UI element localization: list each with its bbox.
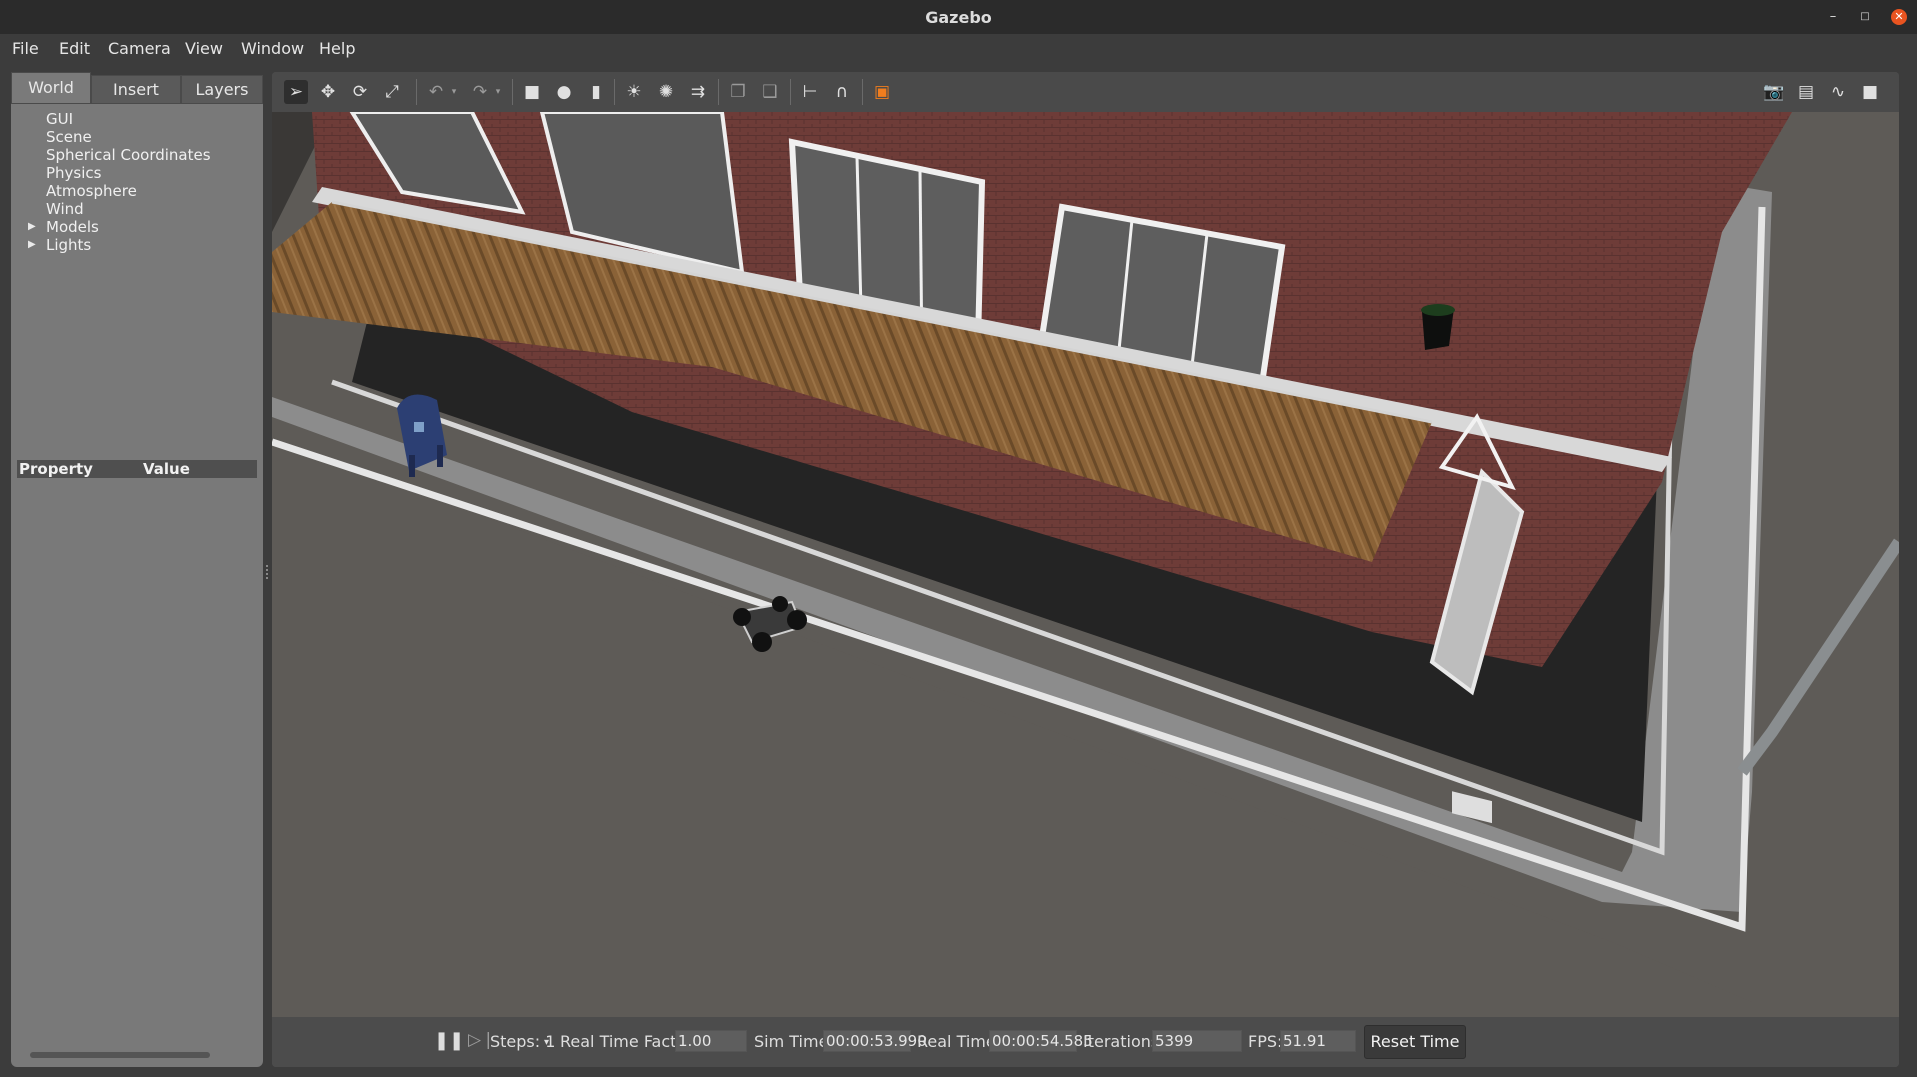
tab-insert[interactable]: Insert	[91, 75, 181, 104]
undo-icon[interactable]: ↶	[424, 80, 448, 104]
rotate-icon[interactable]: ⟳	[348, 80, 372, 104]
property-table-header: Property Value	[17, 460, 257, 478]
toolbar-separator	[790, 79, 791, 105]
menu-bar: File Edit Camera View Window Help	[0, 34, 1917, 64]
toolbar-separator	[614, 79, 615, 105]
menu-view[interactable]: View	[185, 39, 223, 58]
real-time-factor-value: 1.00	[675, 1030, 747, 1052]
value-column-header: Value	[143, 460, 190, 478]
expand-arrow-icon[interactable]: ▶	[28, 236, 36, 254]
plot-icon[interactable]: ∿	[1826, 80, 1850, 104]
property-column-header: Property	[19, 460, 93, 478]
menu-help[interactable]: Help	[319, 39, 355, 58]
log-icon[interactable]: ▤	[1794, 80, 1818, 104]
tree-item-models[interactable]: ▶ Models	[11, 218, 261, 236]
tree-item-wind[interactable]: Wind	[11, 200, 261, 218]
view-angle-icon[interactable]: ▣	[870, 80, 894, 104]
fps-value: 51.91	[1280, 1030, 1356, 1052]
close-button[interactable]: ✕	[1891, 9, 1907, 25]
tree-item-gui[interactable]: GUI	[11, 110, 261, 128]
render-viewport: ➢ ✥ ⟳ ⤢ ↶ ▾ ↷ ▾ ■ ● ▮ ☀ ✺ ⇉ ❐ ❑ ⊢ ∩ ▣ 📷 …	[272, 72, 1899, 1067]
box-shape-icon[interactable]: ■	[520, 80, 544, 104]
tab-world[interactable]: World	[11, 72, 91, 104]
sim-time-value: 00:00:53.990	[823, 1030, 927, 1052]
spot-light-icon[interactable]: ✺	[654, 80, 678, 104]
menu-camera[interactable]: Camera	[108, 39, 171, 58]
left-panel-scrollbar[interactable]	[30, 1052, 210, 1058]
align-icon[interactable]: ⊢	[798, 80, 822, 104]
sim-time-label: Sim Time:	[754, 1032, 834, 1051]
screenshot-icon[interactable]: 📷	[1762, 80, 1786, 104]
real-time-value: 00:00:54.585	[989, 1030, 1093, 1052]
tree-item-lights[interactable]: ▶ Lights	[11, 236, 261, 254]
toolbar-separator	[416, 79, 417, 105]
iterations-value: 5399	[1152, 1030, 1242, 1052]
fps-label: FPS:	[1248, 1032, 1283, 1051]
left-panel: World Insert Layers GUI Scene Spherical …	[11, 72, 263, 1067]
undo-dropdown-icon[interactable]: ▾	[448, 80, 460, 104]
panel-splitter-handle[interactable]	[266, 565, 268, 579]
maximize-button[interactable]: □	[1857, 9, 1873, 25]
tree-item-spherical-coordinates[interactable]: Spherical Coordinates	[11, 146, 261, 164]
directional-light-icon[interactable]: ⇉	[686, 80, 710, 104]
paste-icon[interactable]: ❑	[758, 80, 782, 104]
reset-time-button[interactable]: Reset Time	[1364, 1025, 1466, 1059]
sphere-shape-icon[interactable]: ●	[552, 80, 576, 104]
select-arrow-icon[interactable]: ➢	[284, 80, 308, 104]
tree-item-physics[interactable]: Physics	[11, 164, 261, 182]
window-title: Gazebo	[925, 8, 992, 27]
tab-layers[interactable]: Layers	[181, 75, 263, 104]
redo-dropdown-icon[interactable]: ▾	[492, 80, 504, 104]
status-bar: ❚❚ ▷❘ Steps: 1 ▾ Real Time Factor: 1.00 …	[272, 1017, 1899, 1067]
copy-icon[interactable]: ❐	[726, 80, 750, 104]
scale-icon[interactable]: ⤢	[380, 80, 404, 104]
expand-arrow-icon[interactable]: ▶	[28, 218, 36, 236]
menu-file[interactable]: File	[12, 39, 39, 58]
translate-icon[interactable]: ✥	[316, 80, 340, 104]
snap-icon[interactable]: ∩	[830, 80, 854, 104]
record-video-icon[interactable]: ■	[1858, 80, 1882, 104]
steps-dropdown-icon[interactable]: ▾	[544, 1037, 549, 1048]
world-tree: GUI Scene Spherical Coordinates Physics …	[11, 110, 261, 254]
left-panel-tabs: World Insert Layers	[11, 72, 263, 104]
point-light-icon[interactable]: ☀	[622, 80, 646, 104]
toolbar-separator	[718, 79, 719, 105]
title-bar: Gazebo – □ ✕	[0, 0, 1917, 34]
minimize-button[interactable]: –	[1825, 9, 1841, 25]
world-panel: GUI Scene Spherical Coordinates Physics …	[11, 104, 263, 1067]
pause-icon[interactable]: ❚❚	[434, 1030, 464, 1051]
menu-window[interactable]: Window	[241, 39, 304, 58]
cylinder-shape-icon[interactable]: ▮	[584, 80, 608, 104]
toolbar: ➢ ✥ ⟳ ⤢ ↶ ▾ ↷ ▾ ■ ● ▮ ☀ ✺ ⇉ ❐ ❑ ⊢ ∩ ▣ 📷 …	[272, 72, 1899, 112]
redo-icon[interactable]: ↷	[468, 80, 492, 104]
toolbar-separator	[862, 79, 863, 105]
tree-item-atmosphere[interactable]: Atmosphere	[11, 182, 261, 200]
tree-item-scene[interactable]: Scene	[11, 128, 261, 146]
menu-edit[interactable]: Edit	[59, 39, 90, 58]
simulation-scene[interactable]	[272, 112, 1899, 1017]
toolbar-separator	[512, 79, 513, 105]
